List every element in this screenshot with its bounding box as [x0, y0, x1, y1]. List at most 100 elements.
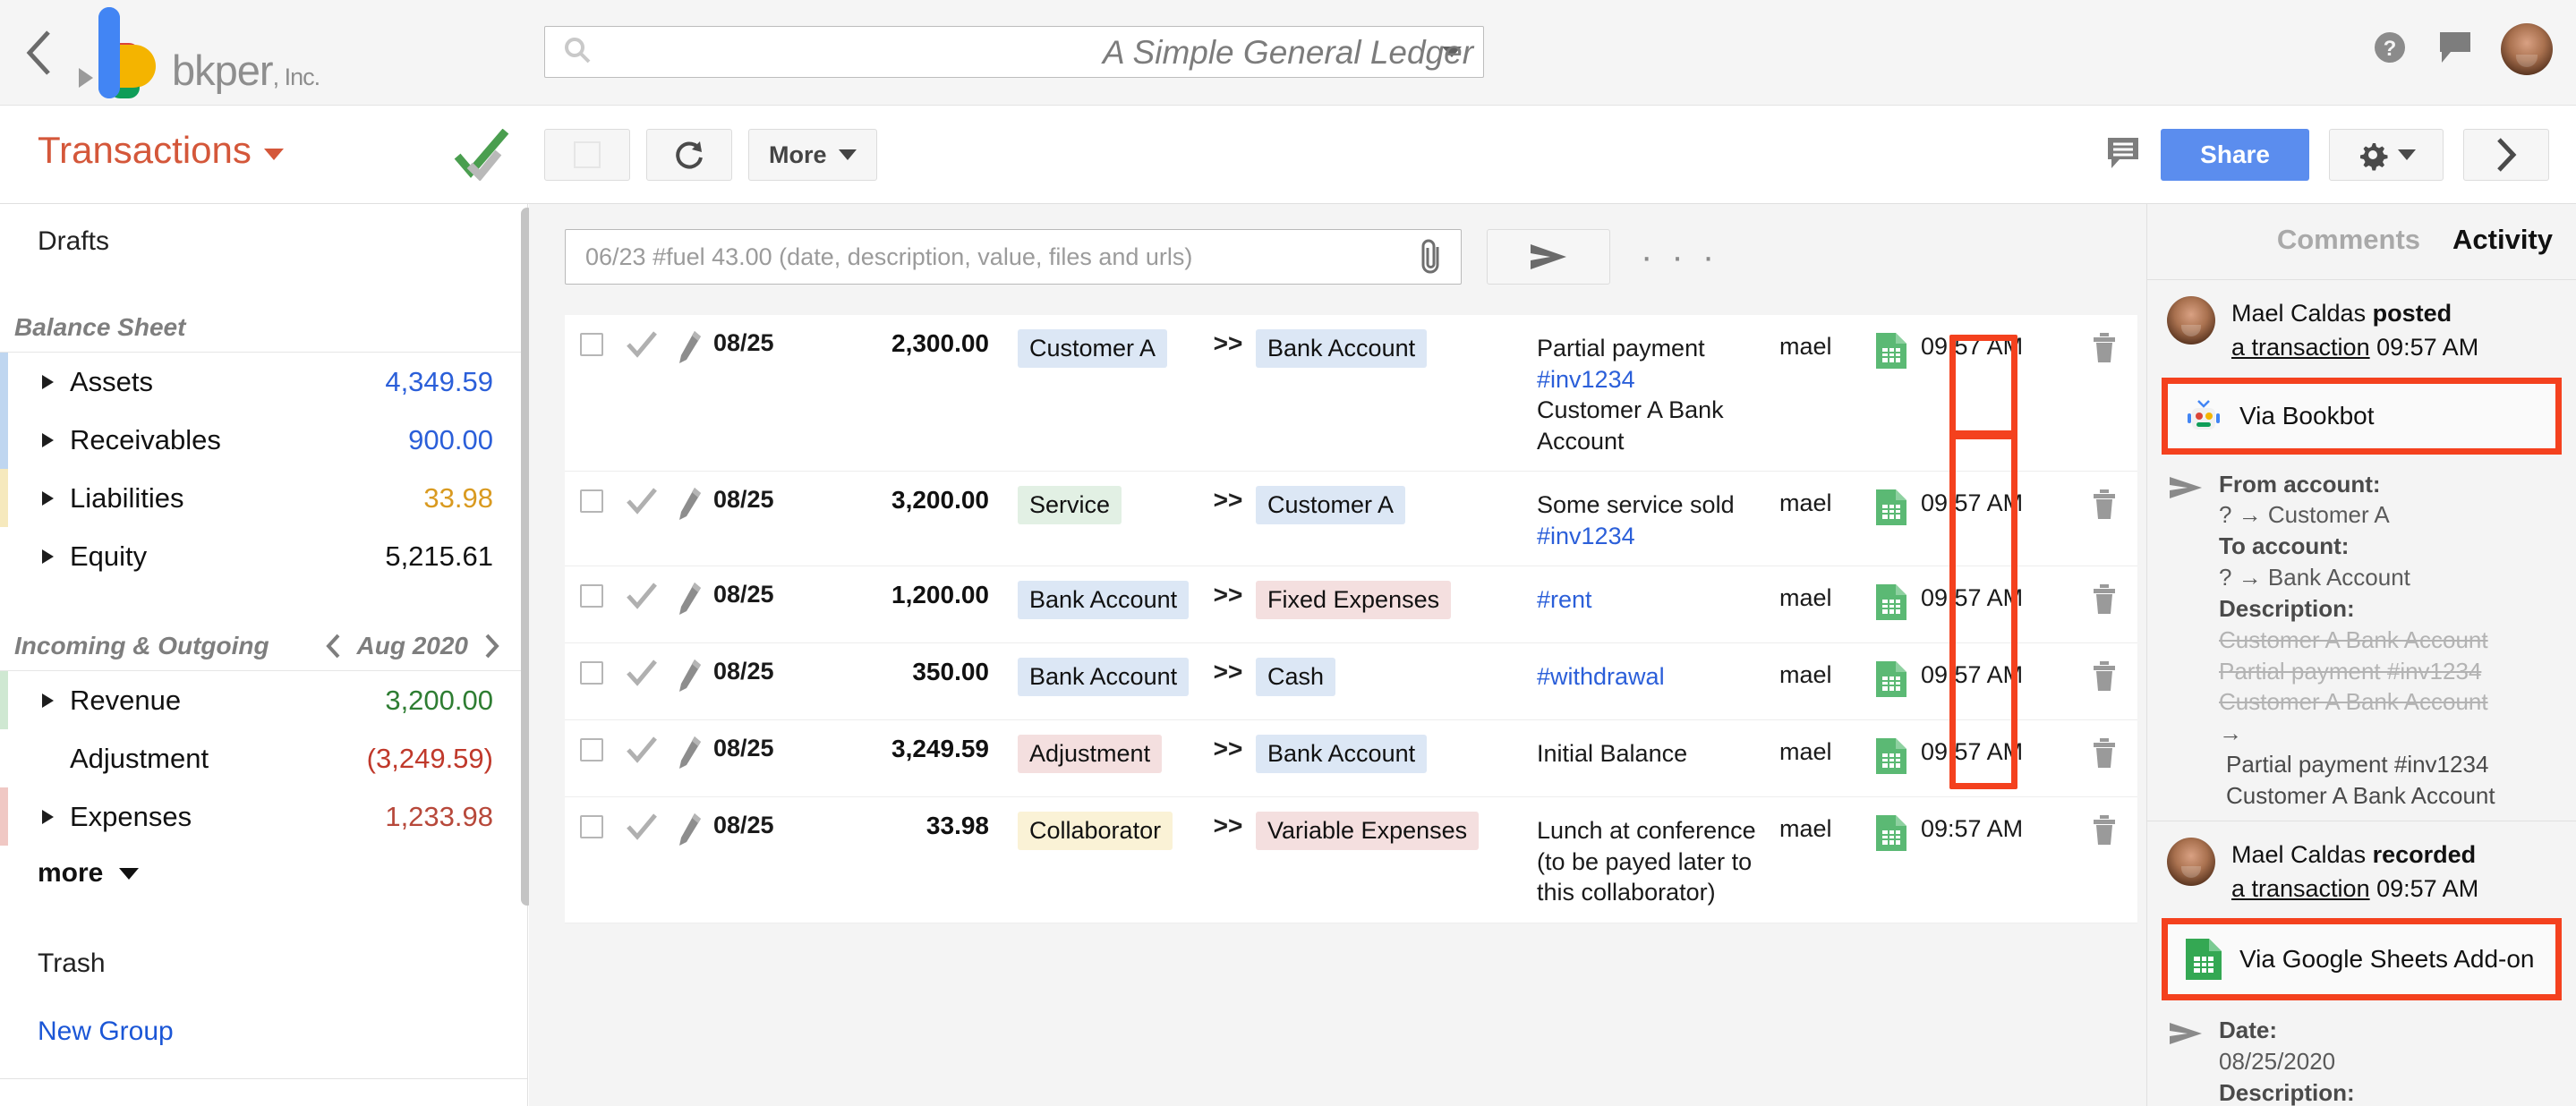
row-checkbox[interactable] — [580, 584, 603, 608]
sidebar-account-row[interactable]: Adjustment(3,249.59) — [0, 729, 527, 787]
table-row[interactable]: 08/25350.00Bank Account>>Cash#withdrawal… — [565, 643, 2137, 720]
row-delete-button[interactable] — [2071, 658, 2137, 693]
table-row[interactable]: 08/252,300.00Customer A>>Bank AccountPar… — [565, 315, 2137, 472]
row-checkbox[interactable] — [580, 333, 603, 356]
composer-input-wrap[interactable] — [565, 229, 1462, 285]
activity-source-card[interactable]: Via Bookbot — [2162, 378, 2562, 455]
comment-icon[interactable] — [2105, 135, 2141, 175]
row-check-button[interactable] — [618, 486, 665, 516]
account-chip-to[interactable]: Fixed Expenses — [1256, 581, 1451, 619]
sidebar-more-button[interactable]: more — [0, 846, 527, 901]
account-chip-to[interactable]: Cash — [1256, 658, 1335, 696]
row-edit-button[interactable] — [665, 486, 713, 520]
account-chip-to[interactable]: Bank Account — [1256, 735, 1427, 773]
account-chip-from[interactable]: Bank Account — [1018, 658, 1189, 696]
account-chip-to[interactable]: Variable Expenses — [1256, 812, 1479, 850]
transactions-dropdown[interactable]: Transactions — [38, 129, 284, 172]
row-check-button[interactable] — [618, 581, 665, 611]
pencil-icon — [675, 581, 704, 615]
account-chip-to[interactable]: Customer A — [1256, 486, 1405, 524]
table-row[interactable]: 08/2533.98Collaborator>>Variable Expense… — [565, 797, 2137, 923]
table-row[interactable]: 08/253,200.00Service>>Customer ASome ser… — [565, 472, 2137, 566]
back-chevron-icon[interactable] — [7, 28, 70, 78]
help-icon[interactable]: ? — [2370, 28, 2410, 72]
table-row[interactable]: 08/251,200.00Bank Account>>Fixed Expense… — [565, 566, 2137, 643]
account-chip-from[interactable]: Customer A — [1018, 329, 1167, 368]
tab-comments[interactable]: Comments — [2277, 224, 2420, 256]
row-check-button[interactable] — [618, 735, 665, 765]
account-chip-from[interactable]: Bank Account — [1018, 581, 1189, 619]
row-delete-button[interactable] — [2071, 329, 2137, 365]
transaction-source-icon[interactable] — [1862, 581, 1921, 622]
sidebar-account-row[interactable]: Liabilities33.98 — [0, 469, 527, 527]
transaction-source-icon[interactable] — [1862, 735, 1921, 776]
expand-triangle-icon[interactable] — [42, 549, 54, 564]
transaction-source-icon[interactable] — [1862, 658, 1921, 699]
feedback-icon[interactable] — [2436, 29, 2474, 71]
send-transaction-button[interactable] — [1487, 229, 1610, 285]
row-checkbox[interactable] — [580, 815, 603, 838]
search-input[interactable] — [592, 38, 1442, 66]
row-delete-button[interactable] — [2071, 581, 2137, 617]
row-check-button[interactable] — [618, 658, 665, 688]
expand-triangle-icon[interactable] — [42, 491, 54, 506]
transaction-tag[interactable]: #inv1234 — [1537, 366, 1635, 393]
row-edit-button[interactable] — [665, 329, 713, 363]
period-selector[interactable]: Aug 2020 — [325, 632, 501, 660]
row-edit-button[interactable] — [665, 581, 713, 615]
account-chip-to[interactable]: Bank Account — [1256, 329, 1427, 368]
transaction-tag[interactable]: #rent — [1537, 586, 1592, 613]
composer-overflow-button[interactable]: · · · — [1641, 246, 1719, 268]
transaction-tag[interactable]: #withdrawal — [1537, 663, 1665, 690]
activity-object-link[interactable]: a transaction — [2231, 875, 2370, 902]
row-delete-button[interactable] — [2071, 486, 2137, 522]
tab-activity[interactable]: Activity — [2452, 224, 2553, 256]
sidebar-item-drafts[interactable]: Drafts — [0, 215, 527, 268]
double-check-icon[interactable] — [440, 129, 510, 185]
new-group-link[interactable]: New Group — [0, 1005, 527, 1059]
account-chip-from[interactable]: Adjustment — [1018, 735, 1162, 773]
select-all-button[interactable] — [544, 129, 630, 181]
row-edit-button[interactable] — [665, 812, 713, 846]
row-edit-button[interactable] — [665, 735, 713, 769]
sidebar-account-row[interactable]: Revenue3,200.00 — [0, 671, 527, 729]
search-box[interactable] — [544, 26, 1484, 78]
sidebar-account-row[interactable]: Assets4,349.59 — [0, 353, 527, 411]
expand-triangle-icon[interactable] — [42, 693, 54, 708]
more-button[interactable]: More — [748, 129, 877, 181]
transaction-source-icon[interactable] — [1862, 329, 1921, 370]
sidebar-account-row[interactable]: Equity5,215.61 — [0, 527, 527, 585]
paperclip-icon[interactable] — [1402, 237, 1461, 276]
refresh-button[interactable] — [646, 129, 732, 181]
expand-panel-button[interactable] — [2463, 129, 2549, 181]
row-checkbox[interactable] — [580, 661, 603, 685]
account-chip-from[interactable]: Service — [1018, 486, 1122, 524]
search-dropdown-icon[interactable] — [1442, 47, 1462, 57]
transaction-input[interactable] — [566, 243, 1402, 271]
transaction-source-icon[interactable] — [1862, 812, 1921, 853]
row-check-button[interactable] — [618, 812, 665, 842]
app-logo[interactable]: bkper, Inc. — [79, 5, 320, 100]
share-button[interactable]: Share — [2161, 129, 2309, 181]
book-switcher-icon[interactable] — [79, 68, 93, 88]
activity-object-link[interactable]: a transaction — [2231, 334, 2370, 361]
sidebar-item-trash[interactable]: Trash — [0, 937, 527, 991]
row-checkbox[interactable] — [580, 489, 603, 513]
sidebar-account-row[interactable]: Receivables900.00 — [0, 411, 527, 469]
settings-button[interactable] — [2329, 129, 2444, 181]
table-row[interactable]: 08/253,249.59Adjustment>>Bank AccountIni… — [565, 720, 2137, 797]
row-check-button[interactable] — [618, 329, 665, 360]
expand-triangle-icon[interactable] — [42, 375, 54, 389]
account-chip-from[interactable]: Collaborator — [1018, 812, 1173, 850]
transaction-source-icon[interactable] — [1862, 486, 1921, 527]
expand-triangle-icon[interactable] — [42, 433, 54, 447]
expand-triangle-icon[interactable] — [42, 810, 54, 824]
row-edit-button[interactable] — [665, 658, 713, 692]
row-delete-button[interactable] — [2071, 812, 2137, 847]
activity-source-card[interactable]: Via Google Sheets Add-on — [2162, 918, 2562, 1000]
row-delete-button[interactable] — [2071, 735, 2137, 770]
sidebar-account-row[interactable]: Expenses1,233.98 — [0, 787, 527, 846]
row-checkbox[interactable] — [580, 738, 603, 761]
avatar[interactable] — [2501, 23, 2553, 75]
transaction-tag[interactable]: #inv1234 — [1537, 523, 1635, 549]
